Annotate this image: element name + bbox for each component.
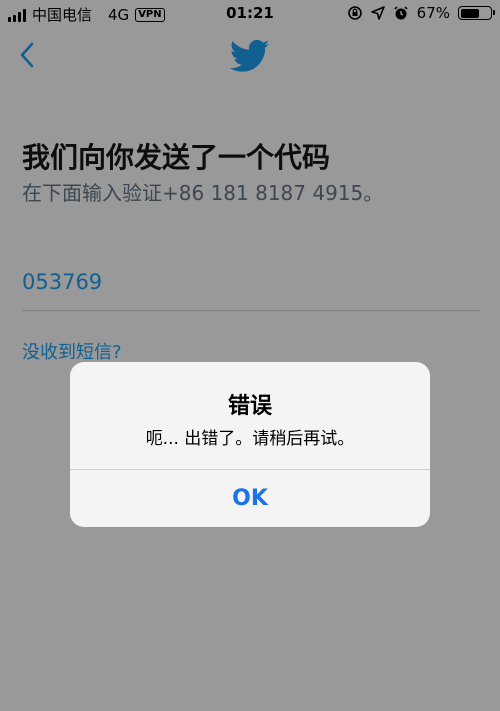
screen: 中国电信 4G VPN 01:21 67% 我们向你发送了一个代码 在下面输入验…	[0, 0, 500, 711]
ok-button[interactable]: OK	[70, 470, 430, 527]
dim-overlay	[0, 0, 500, 711]
alert-message: 呃... 出错了。请稍后再试。	[145, 429, 355, 449]
alert-title: 错误	[227, 394, 272, 419]
error-alert-dialog: 错误 呃... 出错了。请稍后再试。 OK	[70, 362, 430, 527]
